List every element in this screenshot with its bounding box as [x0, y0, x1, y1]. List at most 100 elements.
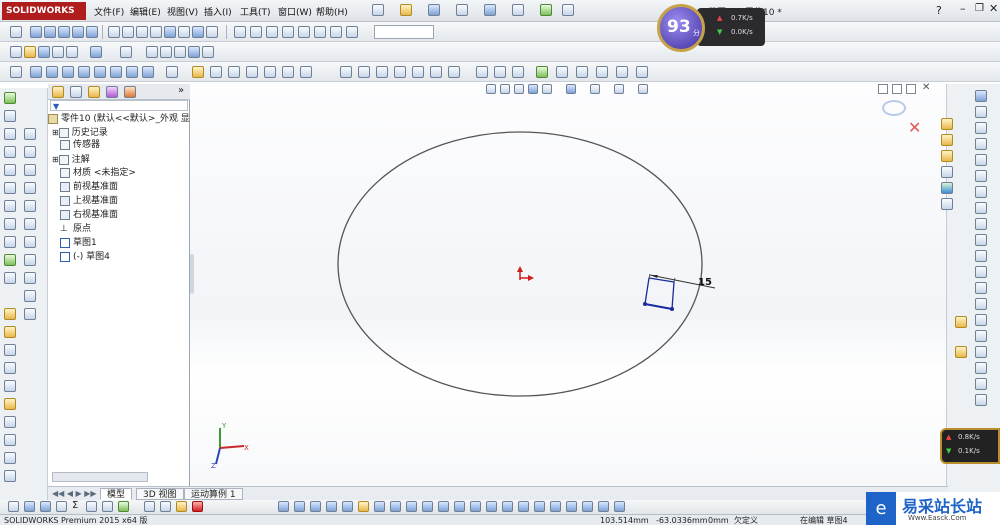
tree-horizontal-scrollbar[interactable]	[52, 472, 148, 482]
view-icon[interactable]	[178, 26, 190, 38]
task-pane-icon[interactable]	[941, 150, 953, 162]
relations-icon[interactable]	[955, 316, 967, 328]
tool-icon[interactable]	[4, 362, 16, 374]
feature-icon[interactable]	[234, 26, 246, 38]
tool-icon[interactable]	[24, 272, 36, 284]
toolbar-icon[interactable]	[556, 66, 568, 78]
tool-icon[interactable]	[4, 182, 16, 194]
toolbar-icon[interactable]	[576, 66, 588, 78]
toolbar-icon[interactable]	[486, 501, 497, 512]
tool-icon[interactable]	[4, 416, 16, 428]
toolbar-icon[interactable]	[374, 501, 385, 512]
toolbar-icon[interactable]	[40, 501, 51, 512]
view-icon[interactable]	[164, 26, 176, 38]
dim-expert-tab-icon[interactable]	[106, 86, 118, 98]
toolbar-icon[interactable]	[126, 66, 138, 78]
tool-icon[interactable]	[4, 434, 16, 446]
toolbar-icon[interactable]	[278, 501, 289, 512]
toolbar-icon[interactable]	[394, 66, 406, 78]
toolbar-icon[interactable]	[166, 66, 178, 78]
view-icon[interactable]	[122, 26, 134, 38]
toolbar-icon[interactable]	[534, 501, 545, 512]
feature-icon[interactable]	[282, 26, 294, 38]
toolbar-icon[interactable]	[72, 26, 84, 38]
toolbar-icon[interactable]	[46, 66, 58, 78]
rectangle-icon[interactable]	[975, 138, 987, 150]
save-icon[interactable]	[38, 46, 50, 58]
tool-icon[interactable]	[4, 272, 16, 284]
toolbar-icon[interactable]	[86, 501, 97, 512]
toolbar-icon[interactable]	[358, 66, 370, 78]
tree-filter-input[interactable]: ▼	[50, 100, 188, 111]
toolbar-icon[interactable]	[176, 501, 187, 512]
open-icon[interactable]	[400, 4, 412, 16]
toolbar-icon[interactable]	[24, 501, 35, 512]
tool-icon[interactable]	[24, 146, 36, 158]
tool-icon[interactable]	[4, 128, 16, 140]
arc-icon[interactable]	[975, 170, 987, 182]
toolbar-icon[interactable]	[202, 46, 214, 58]
toolbar-icon[interactable]	[30, 26, 42, 38]
extend-icon[interactable]	[975, 330, 987, 342]
toolbar-icon[interactable]	[56, 501, 67, 512]
toolbar-icon[interactable]	[326, 501, 337, 512]
feature-icon[interactable]	[298, 26, 310, 38]
toolbar-icon[interactable]	[294, 501, 305, 512]
task-pane-icon[interactable]	[941, 134, 953, 146]
configuration-manager-tab-icon[interactable]	[88, 86, 100, 98]
toolbar-icon[interactable]	[10, 66, 22, 78]
trim-icon[interactable]	[975, 314, 987, 326]
menu-help[interactable]: 帮助(H)	[316, 5, 348, 18]
toolbar-icon[interactable]	[120, 46, 132, 58]
toolbar-icon[interactable]	[118, 501, 129, 512]
toolbar-icon[interactable]	[358, 501, 369, 512]
toolbar-icon[interactable]	[160, 46, 172, 58]
dimension-label[interactable]: 15	[698, 277, 712, 288]
toolbar-icon[interactable]	[30, 66, 42, 78]
tree-root[interactable]: 零件10 (默认<<默认>_外观 显	[48, 113, 190, 126]
toolbar-icon[interactable]	[340, 66, 352, 78]
graphics-area[interactable]: ✕ ✕ 15 Y X Z	[190, 82, 946, 500]
expand-icon[interactable]: ⊞	[52, 155, 59, 164]
view-icon[interactable]	[136, 26, 148, 38]
pattern-icon[interactable]	[975, 378, 987, 390]
task-pane-icon[interactable]	[941, 118, 953, 130]
toolbar-icon[interactable]	[412, 66, 424, 78]
toolbar-icon[interactable]	[58, 26, 70, 38]
tool-icon[interactable]	[24, 164, 36, 176]
close-icon[interactable]: ✕	[989, 2, 998, 15]
tool-icon[interactable]	[24, 128, 36, 140]
menu-file[interactable]: 文件(F)	[94, 5, 124, 18]
tab-scroll-arrows[interactable]: ◀◀ ◀ ▶ ▶▶	[52, 489, 97, 498]
toolbar-icon[interactable]	[62, 66, 74, 78]
tree-node-annotations[interactable]: ⊞ 注解	[52, 153, 90, 166]
feature-icon[interactable]	[346, 26, 358, 38]
feature-manager-tab-icon[interactable]	[52, 86, 64, 98]
tool-icon[interactable]	[24, 254, 36, 266]
menu-insert[interactable]: 插入(I)	[204, 5, 232, 18]
save-icon[interactable]	[428, 4, 440, 16]
toolbar-icon[interactable]	[110, 66, 122, 78]
toolbar-icon[interactable]	[536, 66, 548, 78]
tool-icon[interactable]	[4, 164, 16, 176]
solidworks-logo[interactable]: SOLIDWORKS	[2, 2, 86, 20]
plane-icon[interactable]	[975, 298, 987, 310]
menu-edit[interactable]: 编辑(E)	[130, 5, 161, 18]
tool-icon[interactable]	[4, 380, 16, 392]
centerline-icon[interactable]	[975, 266, 987, 278]
toolbar-icon[interactable]	[228, 66, 240, 78]
sum-icon[interactable]: Σ	[72, 500, 78, 511]
toolbar-icon[interactable]	[174, 46, 186, 58]
toolbar-icon[interactable]	[210, 66, 222, 78]
toolbar-icon[interactable]	[502, 501, 513, 512]
tool-icon[interactable]	[4, 200, 16, 212]
tool-icon[interactable]	[24, 200, 36, 212]
toolbar-icon[interactable]	[66, 46, 78, 58]
network-speed-widget[interactable]: 93 分 ▲ 0.7K/s ▼ 0.0K/s	[657, 4, 765, 52]
tree-node-sketch1[interactable]: 草图1	[60, 237, 97, 250]
view-icon[interactable]	[150, 26, 162, 38]
toolbar-icon[interactable]	[448, 66, 460, 78]
toolbar-icon[interactable]	[406, 501, 417, 512]
toolbar-icon[interactable]	[430, 66, 442, 78]
tool-icon[interactable]	[4, 452, 16, 464]
